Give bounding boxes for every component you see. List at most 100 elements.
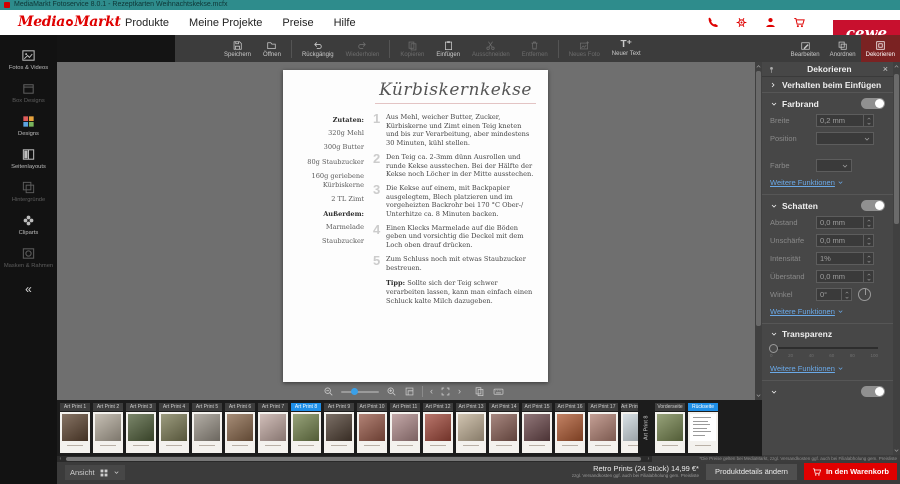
- panel-scrollbar[interactable]: [893, 62, 900, 455]
- section-verhalten-beim-einfuegen[interactable]: Verhalten beim Einfügen: [762, 77, 893, 93]
- open-button[interactable]: Öffnen: [257, 35, 287, 62]
- ueberstand-spinner[interactable]: 0,0 mm: [816, 270, 874, 283]
- winkel-spinner[interactable]: 0°: [816, 288, 852, 301]
- thumbnail-art-print-5[interactable]: Art Print 5: [192, 403, 222, 453]
- scroll-down-icon[interactable]: [893, 447, 900, 454]
- tab-anordnen[interactable]: Anordnen: [825, 35, 861, 62]
- scroll-down-icon[interactable]: [755, 392, 762, 399]
- spinner-down-icon[interactable]: [866, 223, 872, 227]
- gear-icon[interactable]: [735, 16, 748, 29]
- unschaerfe-spinner[interactable]: 0,0 mm: [816, 234, 874, 247]
- chevron-down-icon[interactable]: [770, 388, 778, 396]
- spinner-down-icon[interactable]: [866, 259, 872, 263]
- thumbnail-art-print-4[interactable]: Art Print 4: [159, 403, 189, 453]
- sidebar-item-box-designs[interactable]: Box Designs: [0, 76, 57, 109]
- steps-column[interactable]: 1Aus Mehl, weicher Butter, Zucker, Kürbi…: [373, 113, 536, 305]
- undo-button[interactable]: Rückgängig: [296, 35, 340, 62]
- chevron-down-icon[interactable]: [770, 330, 778, 338]
- spinner-up-icon[interactable]: [866, 254, 872, 258]
- thumbnail-art-print-6[interactable]: Art Print 6: [225, 403, 255, 453]
- thumbnail-art-print-7[interactable]: Art Print 7: [258, 403, 288, 453]
- zoom-out-icon[interactable]: [323, 386, 334, 397]
- fit-page-icon[interactable]: [404, 386, 415, 397]
- thumbnail-art-print-10[interactable]: Art Print 10: [357, 403, 387, 453]
- copy-button[interactable]: Kopieren: [394, 35, 430, 62]
- menu-hilfe[interactable]: Hilfe: [334, 17, 356, 29]
- thumbnail-vorderseite[interactable]: Vorderseite: [655, 403, 685, 453]
- phone-icon[interactable]: [706, 16, 719, 29]
- add-to-cart-button[interactable]: In den Warenkorb: [804, 463, 897, 480]
- spinner-up-icon[interactable]: [866, 272, 872, 276]
- sidebar-item-designs[interactable]: Designs: [0, 109, 57, 142]
- section-toggle[interactable]: [861, 386, 885, 397]
- schatten-more-link[interactable]: Weitere Funktionen: [770, 307, 885, 316]
- user-icon[interactable]: [764, 16, 777, 29]
- new-photo-button[interactable]: Neues Foto: [563, 35, 606, 62]
- pages-view-icon[interactable]: [474, 386, 485, 397]
- thumbnail-art-print-8[interactable]: Art Print 8: [291, 403, 321, 453]
- scrollbar-thumb[interactable]: [66, 457, 641, 461]
- sidebar-item-seitenlayouts[interactable]: Seitenlayouts: [0, 142, 57, 175]
- scroll-up-icon[interactable]: [893, 63, 900, 70]
- save-button[interactable]: Speichern: [218, 35, 257, 62]
- menu-produkte[interactable]: Produkte: [125, 17, 169, 29]
- redo-button[interactable]: Wiederholen: [340, 35, 386, 62]
- zoom-slider[interactable]: [341, 391, 379, 393]
- next-page-icon[interactable]: ›: [458, 387, 461, 396]
- sidebar-item-fotos-videos[interactable]: Fotos & Videos: [0, 43, 57, 76]
- product-details-button[interactable]: Produktdetails ändern: [706, 464, 797, 480]
- spinner-down-icon[interactable]: [866, 121, 872, 125]
- thumbnail-art-print-1[interactable]: Art Print 1: [60, 403, 90, 453]
- transparenz-slider[interactable]: [770, 347, 878, 349]
- scrollbar-thumb[interactable]: [894, 74, 899, 224]
- sidebar-item-cliparts[interactable]: Cliparts: [0, 208, 57, 241]
- spinner-down-icon[interactable]: [844, 295, 850, 299]
- thumbnail-art-print-9[interactable]: Art Print 9: [324, 403, 354, 453]
- menu-meine-projekte[interactable]: Meine Projekte: [189, 17, 262, 29]
- thumbnail-art-print-15[interactable]: Art Print 15: [522, 403, 552, 453]
- scroll-up-icon[interactable]: [755, 63, 762, 70]
- fullscreen-icon[interactable]: [440, 386, 451, 397]
- cart-icon[interactable]: [793, 16, 806, 29]
- chevron-down-icon[interactable]: [770, 100, 778, 108]
- transparenz-more-link[interactable]: Weitere Funktionen: [770, 364, 885, 373]
- scroll-left-icon[interactable]: ‹: [57, 456, 64, 462]
- tab-dekorieren[interactable]: Dekorieren: [861, 35, 900, 62]
- sidebar-item-masken-rahmen[interactable]: Masken & Rahmen: [0, 241, 57, 274]
- recipe-card-page[interactable]: Kürbiskernkekse Zutaten: 320g Mehl 300g …: [283, 70, 548, 382]
- position-select[interactable]: [816, 132, 874, 145]
- spinner-up-icon[interactable]: [866, 116, 872, 120]
- scroll-right-icon[interactable]: ›: [645, 456, 652, 462]
- spinner-down-icon[interactable]: [866, 277, 872, 281]
- angle-dial[interactable]: [858, 288, 871, 301]
- farbrand-more-link[interactable]: Weitere Funktionen: [770, 178, 885, 187]
- transparenz-slider-knob[interactable]: [769, 344, 778, 353]
- thumbnail-art-print-16[interactable]: Art Print 16: [555, 403, 585, 453]
- canvas-vertical-scrollbar[interactable]: [755, 62, 762, 400]
- spinner-up-icon[interactable]: [866, 218, 872, 222]
- thumbnail-art-print-11[interactable]: Art Print 11: [390, 403, 420, 453]
- thumbnail-art-print-17[interactable]: Art Print 17: [588, 403, 618, 453]
- close-icon[interactable]: ×: [883, 64, 888, 74]
- editor-canvas[interactable]: Kürbiskernkekse Zutaten: 320g Mehl 300g …: [57, 62, 755, 400]
- new-text-button[interactable]: T⁺Neuer Text: [606, 35, 647, 62]
- thumbnail-art-print-13[interactable]: Art Print 13: [456, 403, 486, 453]
- keyboard-icon[interactable]: [492, 386, 505, 397]
- thumbnail-art-print-2[interactable]: Art Print 2: [93, 403, 123, 453]
- spinner-up-icon[interactable]: [844, 290, 850, 294]
- breite-spinner[interactable]: 0,2 mm: [816, 114, 874, 127]
- intensitaet-spinner[interactable]: 1%: [816, 252, 874, 265]
- ingredients-column[interactable]: Zutaten: 320g Mehl 300g Butter 80g Staub…: [299, 113, 373, 305]
- thumbnail-rueckseite[interactable]: Rückseite: [688, 403, 718, 453]
- view-selector[interactable]: Ansicht: [65, 465, 125, 480]
- scrollbar-thumb[interactable]: [756, 71, 761, 326]
- thumbnail-art-print-18[interactable]: Art Print 18: [621, 403, 638, 453]
- tab-bearbeiten[interactable]: Bearbeiten: [786, 35, 825, 62]
- farbe-select[interactable]: [816, 159, 852, 172]
- thumbnail-art-print-12[interactable]: Art Print 12: [423, 403, 453, 453]
- sidebar-collapse-button[interactable]: «: [25, 282, 32, 296]
- prev-page-icon[interactable]: ‹: [430, 387, 433, 396]
- recipe-title[interactable]: Kürbiskernkekse: [375, 80, 536, 104]
- pin-icon[interactable]: [767, 65, 776, 74]
- thumbnail-art-print-3[interactable]: Art Print 3: [126, 403, 156, 453]
